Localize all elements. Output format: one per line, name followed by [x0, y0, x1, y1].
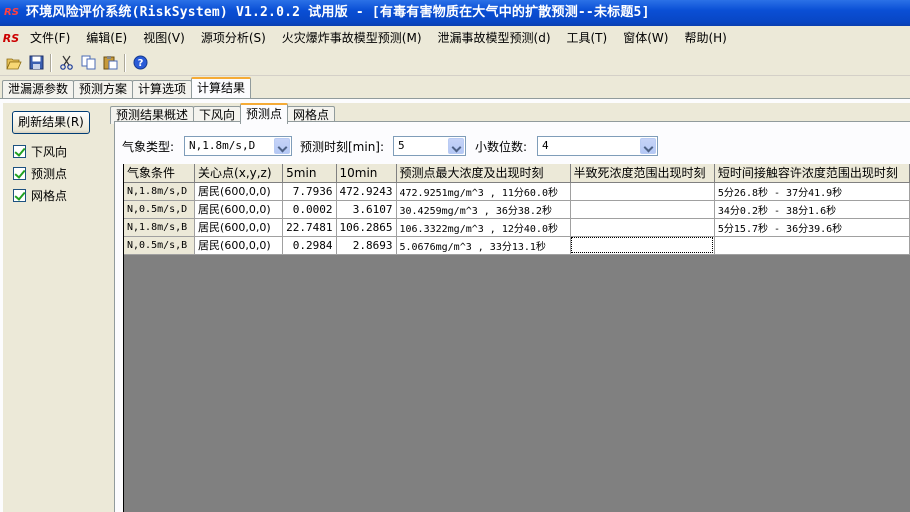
column-header[interactable]: 10min	[336, 164, 397, 183]
cut-icon[interactable]	[55, 52, 77, 74]
menu-file[interactable]: 文件(F)	[22, 28, 78, 48]
table-row[interactable]: N,0.5m/s,D 居民(600,0,0) 0.0002 3.6107 30.…	[124, 200, 910, 219]
value-10min-cell[interactable]: 2.8693	[336, 236, 397, 255]
prediction-time-value: 5	[398, 139, 405, 152]
prediction-time-select[interactable]: 5	[393, 136, 466, 156]
value-5min-cell[interactable]: 0.2984	[282, 236, 337, 255]
column-header[interactable]: 预测点最大浓度及出现时刻	[396, 164, 571, 183]
column-header[interactable]: 半致死浓度范围出现时刻	[570, 164, 715, 183]
menu-help[interactable]: 帮助(H)	[676, 28, 734, 48]
tab-calc-results[interactable]: 计算结果	[191, 77, 252, 98]
menu-fire-explosion[interactable]: 火灾爆炸事故模型预测(M)	[274, 28, 430, 48]
menu-tools[interactable]: 工具(T)	[559, 28, 616, 48]
menu-edit[interactable]: 编辑(E)	[78, 28, 135, 48]
value-5min-cell[interactable]: 22.7481	[282, 218, 337, 237]
point-cell[interactable]: 居民(600,0,0)	[194, 182, 284, 201]
menu-leak-accident[interactable]: 泄漏事故模型预测(d)	[430, 28, 559, 48]
help-icon[interactable]: ?	[129, 52, 151, 74]
weather-type-value: N,1.8m/s,D	[189, 139, 256, 152]
column-header[interactable]: 5min	[282, 164, 337, 183]
value-10min-cell[interactable]: 106.2865	[336, 218, 397, 237]
checkbox-label: 下风向	[31, 144, 68, 159]
max-concentration-cell[interactable]: 472.9251mg/m^3 , 11分60.0秒	[396, 182, 571, 201]
toolbar: ?	[0, 50, 910, 76]
prediction-time-label: 预测时刻[min]:	[300, 140, 385, 154]
tab-leak-source-params[interactable]: 泄漏源参数	[2, 80, 75, 98]
table-row[interactable]: N,1.8m/s,D 居民(600,0,0) 7.7936 472.9243 4…	[124, 182, 910, 201]
value-10min-cell[interactable]: 472.9243	[336, 182, 397, 201]
menu-bar: RS 文件(F) 编辑(E) 视图(V) 源项分析(S) 火灾爆炸事故模型预测(…	[0, 26, 910, 50]
grid-header-row: 气象条件 关心点(x,y,z) 5min 10min 预测点最大浓度及出现时刻 …	[124, 164, 910, 183]
open-folder-icon[interactable]	[3, 52, 25, 74]
point-cell[interactable]: 居民(600,0,0)	[194, 236, 284, 255]
max-concentration-cell[interactable]: 5.0676mg/m^3 , 33分13.1秒	[396, 236, 571, 255]
checkbox-downwind[interactable]: 下风向	[13, 143, 67, 159]
chevron-down-icon[interactable]	[274, 138, 290, 154]
checkbox-icon[interactable]	[13, 188, 26, 202]
column-header[interactable]: 关心点(x,y,z)	[194, 164, 284, 183]
save-icon[interactable]	[25, 52, 47, 74]
max-concentration-cell[interactable]: 106.3322mg/m^3 , 12分40.0秒	[396, 218, 571, 237]
toolbar-separator	[50, 53, 52, 72]
toolbar-separator	[124, 53, 126, 72]
title-bar: RS 环境风险评价系统(RiskSystem) V1.2.0.2 试用版 - […	[0, 0, 910, 26]
checkbox-prediction-point[interactable]: 预测点	[13, 165, 67, 181]
stel-time-cell[interactable]: 34分0.2秒 - 38分1.6秒	[714, 200, 910, 219]
decimal-places-select[interactable]: 4	[537, 136, 658, 156]
paste-icon[interactable]	[99, 52, 121, 74]
checkbox-grid-point[interactable]: 网格点	[13, 187, 67, 203]
copy-icon[interactable]	[77, 52, 99, 74]
lc50-time-cell[interactable]	[570, 200, 715, 219]
svg-text:?: ?	[137, 58, 143, 69]
stel-time-cell[interactable]	[714, 236, 910, 255]
value-5min-cell[interactable]: 0.0002	[282, 200, 337, 219]
tab-prediction-points[interactable]: 预测点	[240, 103, 289, 124]
value-10min-cell[interactable]: 3.6107	[336, 200, 397, 219]
table-row[interactable]: N,0.5m/s,B 居民(600,0,0) 0.2984 2.8693 5.0…	[124, 236, 910, 255]
stel-time-cell[interactable]: 5分15.7秒 - 36分39.6秒	[714, 218, 910, 237]
app-logo-icon: RS	[4, 7, 19, 18]
weather-type-select[interactable]: N,1.8m/s,D	[184, 136, 292, 156]
tab-calc-options[interactable]: 计算选项	[132, 80, 193, 98]
column-header[interactable]: 短时间接触容许浓度范围出现时刻	[714, 164, 910, 183]
chevron-down-icon[interactable]	[640, 138, 656, 154]
weather-cell[interactable]: N,0.5m/s,B	[124, 236, 196, 255]
tab-prediction-plan[interactable]: 预测方案	[73, 80, 134, 98]
point-cell[interactable]: 居民(600,0,0)	[194, 200, 284, 219]
weather-type-label: 气象类型:	[122, 140, 175, 154]
decimal-places-value: 4	[542, 139, 549, 152]
menu-view[interactable]: 视图(V)	[135, 28, 193, 48]
value-5min-cell[interactable]: 7.7936	[282, 182, 337, 201]
results-grid: 气象条件 关心点(x,y,z) 5min 10min 预测点最大浓度及出现时刻 …	[124, 164, 910, 255]
weather-cell[interactable]: N,1.8m/s,B	[124, 218, 196, 237]
menu-window[interactable]: 窗体(W)	[615, 28, 676, 48]
lc50-time-cell[interactable]	[570, 236, 715, 255]
lc50-time-cell[interactable]	[570, 182, 715, 201]
checkbox-icon[interactable]	[13, 144, 26, 158]
lc50-time-cell[interactable]	[570, 218, 715, 237]
max-concentration-cell[interactable]: 30.4259mg/m^3 , 36分38.2秒	[396, 200, 571, 219]
refresh-results-button[interactable]: 刷新结果(R)	[12, 111, 90, 134]
left-panel: 刷新结果(R) 下风向 预测点 网格点	[3, 103, 113, 512]
chevron-down-icon[interactable]	[448, 138, 464, 154]
weather-cell[interactable]: N,1.8m/s,D	[124, 182, 196, 201]
window-title: 环境风险评价系统(RiskSystem) V1.2.0.2 试用版 - [有毒有…	[26, 5, 650, 20]
weather-cell[interactable]: N,0.5m/s,D	[124, 200, 196, 219]
column-header[interactable]: 气象条件	[124, 164, 196, 183]
menu-source-analysis[interactable]: 源项分析(S)	[193, 28, 274, 48]
mdi-child-icon[interactable]: RS	[0, 28, 22, 48]
point-cell[interactable]: 居民(600,0,0)	[194, 218, 284, 237]
checkbox-label: 网格点	[31, 188, 68, 203]
decimal-places-label: 小数位数:	[475, 140, 528, 154]
main-tab-strip: 泄漏源参数 预测方案 计算选项 计算结果	[2, 77, 252, 98]
checkbox-label: 预测点	[31, 166, 68, 181]
checkbox-icon[interactable]	[13, 166, 26, 180]
table-row[interactable]: N,1.8m/s,B 居民(600,0,0) 22.7481 106.2865 …	[124, 218, 910, 237]
stel-time-cell[interactable]: 5分26.8秒 - 37分41.9秒	[714, 182, 910, 201]
